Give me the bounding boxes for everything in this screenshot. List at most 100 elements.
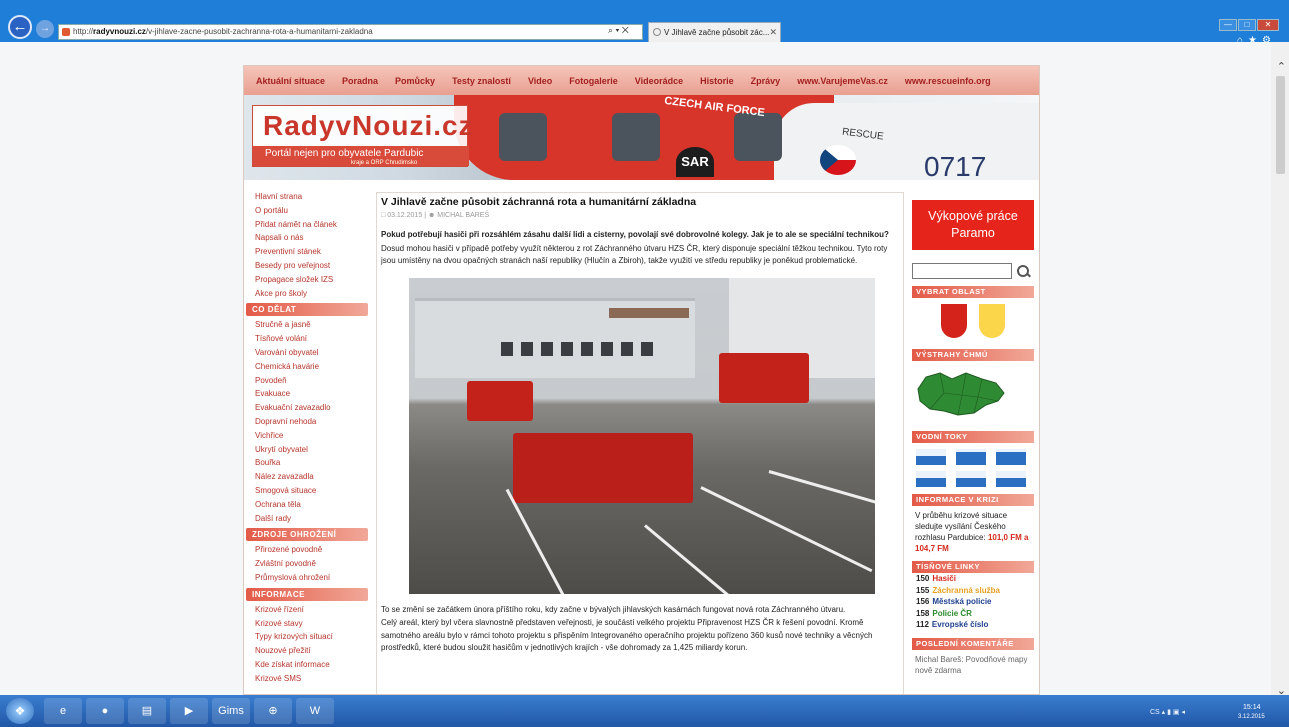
emergency-service-name[interactable]: Evropské číslo [932,620,988,629]
sidebar-item-hlavni-strana[interactable]: Hlavní strana [244,190,370,204]
web-page: Aktuální situace Poradna Pomůcky Testy znal… [243,65,1040,695]
emergency-service-name[interactable]: Policie ČR [932,609,972,618]
emergency-service-name[interactable]: Městská policie [932,597,991,606]
topnav-poradna[interactable]: Poradna [342,76,378,86]
river-gauge-icon[interactable] [956,449,986,465]
site-logo[interactable]: RadyvNouzi.cz Portál nejen pro obyvatele… [252,105,473,167]
clock-time[interactable]: 15:14 [1243,704,1261,711]
search-icon[interactable] [1017,264,1030,278]
emergency-service-name[interactable]: Záchranná služba [932,586,1000,595]
forward-button[interactable]: → [36,20,54,38]
sidebar-item-nouzove-preziti[interactable]: Nouzové přežití [244,644,370,658]
pardubice-crest-icon[interactable] [941,304,967,338]
topnav-historie[interactable]: Historie [700,76,734,86]
logo-subtitle: Portál nejen pro obyvatele Pardubic [265,148,424,159]
region-crest-icon[interactable] [979,304,1005,338]
article-paragraph: Celý areál, který byl včera slavnostně p… [381,618,873,652]
topnav-fotogalerie[interactable]: Fotogalerie [569,76,618,86]
river-gauge-icon[interactable] [956,471,986,487]
sidebar-item-krizove-stavy[interactable]: Krizové stavy [244,617,370,631]
close-window-button[interactable]: ✕ [1257,19,1279,31]
address-tools-icon[interactable]: ⌕ ▾ ✕ [608,25,629,36]
sidebar-item-smogova-situace[interactable]: Smogová situace [244,484,370,498]
sidebar-item-pridat-namet-na-clanek[interactable]: Přidat námět na článek [244,218,370,232]
promo-banner[interactable]: Výkopové práce Paramo [912,200,1034,250]
river-gauge-icon[interactable] [996,449,1026,465]
banner-window [612,113,660,161]
sidebar-item-krizove-sms[interactable]: Krizové SMS [244,672,370,686]
topnav-www-varujemevas-cz[interactable]: www.VarujemeVas.cz [797,76,888,86]
sidebar-item-prumyslova-ohrozeni[interactable]: Průmyslová ohrožení [244,571,370,585]
browser-tab[interactable]: V Jihlavě začne působit zác... ✕ [648,22,781,42]
sidebar-item-typy-krizovych-situaci[interactable]: Typy krizových situací [244,630,370,644]
gims-app-icon[interactable]: Gims [212,698,250,724]
ie-app-icon[interactable]: e [44,698,82,724]
river-gauge-icon[interactable] [916,471,946,487]
scrollbar-thumb[interactable] [1276,76,1285,174]
sidebar-item-bourka[interactable]: Bouřka [244,456,370,470]
heading-tisnove-linky: TÍSŇOVÉ LINKY [912,561,1034,573]
sidebar-item-propagace-slozek-izs[interactable]: Propagace složek IZS [244,273,370,287]
search-input[interactable] [912,263,1012,279]
sidebar-item-o-portalu[interactable]: O portálu [244,204,370,218]
article-title[interactable]: V Jihlavě začne působit záchranná rota a… [381,196,899,208]
maximize-button[interactable]: □ [1238,19,1256,31]
sidebar-item-strucne-a-jasne[interactable]: Stručně a jasně [244,318,370,332]
firefox-app-icon[interactable]: ● [86,698,124,724]
topnav-video[interactable]: Video [528,76,552,86]
sidebar-item-vichrice[interactable]: Vichřice [244,429,370,443]
nav-heading-zdroje: ZDROJE OHROŽENÍ [246,528,368,542]
photo-window [601,341,613,356]
sidebar-item-dalsi-rady[interactable]: Další rady [244,512,370,526]
address-bar[interactable]: http://radyvnouzi.cz/v-jihlave-zacne-pus… [58,24,643,40]
word-app-icon[interactable]: W [296,698,334,724]
sidebar-item-besedy-pro-verejnost[interactable]: Besedy pro veřejnost [244,259,370,273]
topnav-videoradce[interactable]: Videorádce [635,76,683,86]
emergency-service-name[interactable]: Hasiči [932,574,956,583]
scroll-up-icon[interactable]: ⌃ [1277,60,1286,73]
sidebar-item-nalez-zavazadla[interactable]: Nález zavazadla [244,470,370,484]
sidebar-item-preventivni-stanek[interactable]: Preventivní stánek [244,245,370,259]
topnav-zpravy[interactable]: Zprávy [751,76,781,86]
sidebar-item-ukryti-obyvatel[interactable]: Ukrytí obyvatel [244,443,370,457]
sidebar-item-krizove-rizeni[interactable]: Krizové řízení [244,603,370,617]
czech-warning-map[interactable] [912,367,1008,419]
logo-title: RadyvNouzi.cz [263,110,474,141]
topnav-testy-znalosti[interactable]: Testy znalostí [452,76,511,86]
article-author[interactable]: MICHAL BAREŠ [437,212,489,219]
minimize-button[interactable]: — [1219,19,1237,31]
emergency-number: 112 [916,620,929,629]
sidebar-item-akce-pro-skoly[interactable]: Akce pro školy [244,287,370,301]
sidebar-item-dopravni-nehoda[interactable]: Dopravní nehoda [244,415,370,429]
sidebar-item-povoden[interactable]: Povodeň [244,374,370,388]
browser-chrome: ← → http://radyvnouzi.cz/v-jihlave-zacne… [0,0,1289,46]
sidebar-item-zvlastni-povodne[interactable]: Zvláštní povodně [244,557,370,571]
tab-close-icon[interactable]: ✕ [769,23,777,42]
topnav-aktualni-situace[interactable]: Aktuální situace [256,76,325,86]
river-gauge-icon[interactable] [996,471,1026,487]
sidebar-item-evakuace[interactable]: Evakuace [244,387,370,401]
sidebar-item-kde-ziskat-informace[interactable]: Kde získat informace [244,658,370,672]
emergency-line: 150 Hasiči [912,573,1034,585]
article-photo[interactable] [409,277,875,594]
sidebar-item-evakuacni-zavazadlo[interactable]: Evakuační zavazadlo [244,401,370,415]
explorer-app-icon[interactable]: ▤ [128,698,166,724]
system-tray[interactable]: CS ▴ ▮ ▣ ◂ [1150,708,1185,716]
sidebar-item-napsali-o-nas[interactable]: Napsali o nás [244,231,370,245]
back-button[interactable]: ← [8,15,32,39]
sidebar-item-varovani-obyvatel[interactable]: Varování obyvatel [244,346,370,360]
start-button[interactable]: ❖ [6,698,34,724]
river-gauge-icon[interactable] [916,449,946,465]
media-player-app-icon[interactable]: ▶ [170,698,208,724]
czech-flag-icon [820,145,856,175]
network-app-icon[interactable]: ⊕ [254,698,292,724]
sidebar-item-tisnove-volani[interactable]: Tísňové volání [244,332,370,346]
banner-fuselage [774,103,1039,180]
sidebar-item-chemicka-havarie[interactable]: Chemická havárie [244,360,370,374]
sidebar-item-prirozene-povodne[interactable]: Přirozené povodně [244,543,370,557]
topnav-www-rescueinfo-org[interactable]: www.rescueinfo.org [905,76,991,86]
topnav-pomucky[interactable]: Pomůcky [395,76,435,86]
latest-comment[interactable]: Michal Bareš: Povodňové mapy nově zdarma [912,650,1034,680]
sidebar-item-ochrana-tela[interactable]: Ochrana těla [244,498,370,512]
clock-date[interactable]: 3.12.2015 [1238,714,1265,720]
